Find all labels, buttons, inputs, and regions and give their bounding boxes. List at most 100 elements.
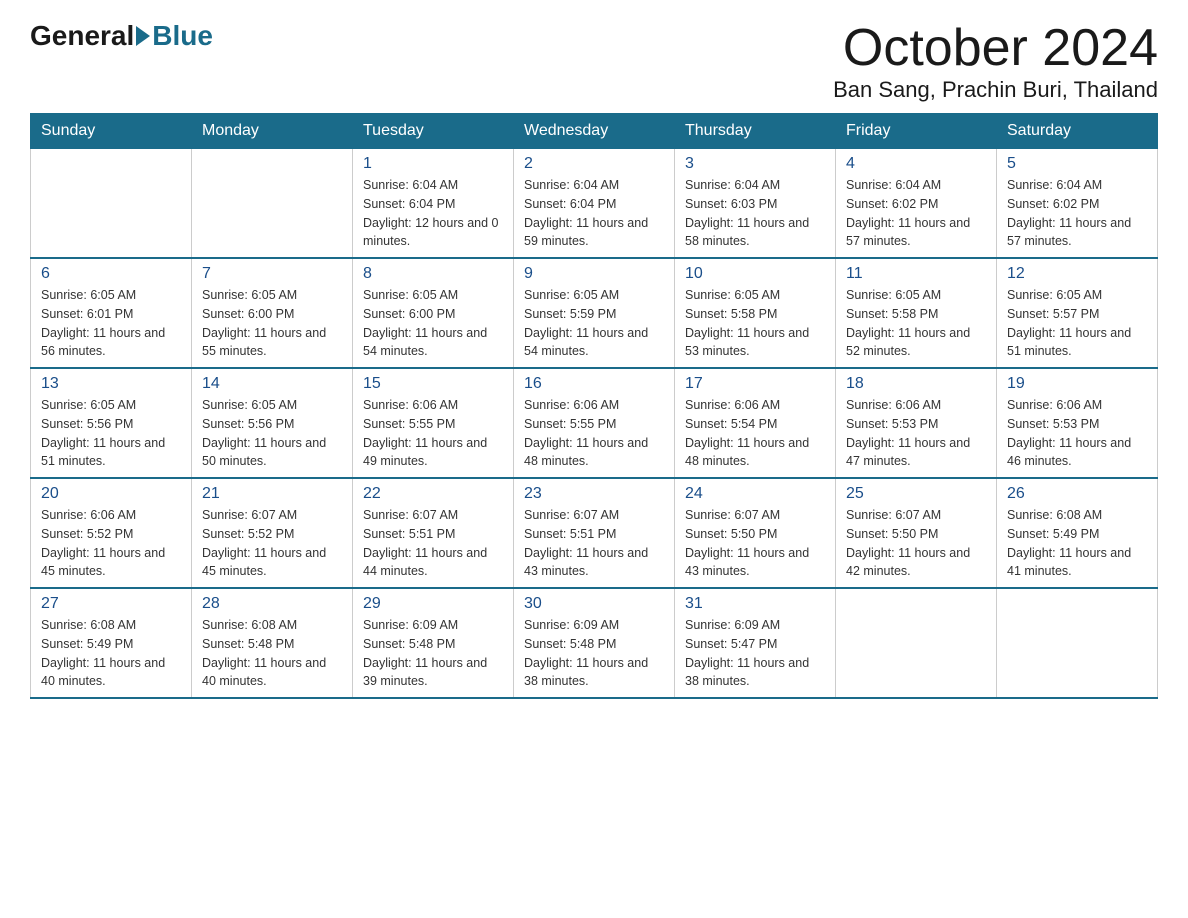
day-cell: 21Sunrise: 6:07 AM Sunset: 5:52 PM Dayli… (192, 478, 353, 588)
week-row-1: 1 Sunrise: 6:04 AM Sunset: 6:04 PM Daylig… (31, 149, 1158, 259)
day-info: Sunrise: 6:07 AM Sunset: 5:51 PM Dayligh… (363, 506, 503, 581)
week-row-3: 13 Sunrise: 6:05 AM Sunset: 5:56 PM Dayli… (31, 368, 1158, 478)
day-info: Sunrise: 6:05 AM Sunset: 5:59 PM Dayligh… (524, 286, 664, 361)
logo-general-text: General (30, 20, 134, 52)
day-number: 20 (41, 485, 181, 503)
day-info: Sunrise: 6:07 AM Sunset: 5:50 PM Dayligh… (685, 506, 825, 581)
day-info: Sunrise: 6:09 AM Sunset: 5:48 PM Dayligh… (524, 616, 664, 691)
header-cell-saturday: Saturday (997, 114, 1158, 149)
day-cell: 11 Sunrise: 6:05 AM Sunset: 5:58 PM Dayli… (836, 258, 997, 368)
day-number: 29 (363, 595, 503, 613)
day-number: 6 (41, 265, 181, 283)
day-number: 9 (524, 265, 664, 283)
day-number: 17 (685, 375, 825, 393)
logo-arrow-icon (136, 26, 150, 46)
day-number: 5 (1007, 155, 1147, 173)
day-info: Sunrise: 6:07 AM Sunset: 5:51 PM Dayligh… (524, 506, 664, 581)
day-cell: 22 Sunrise: 6:07 AM Sunset: 5:51 PM Dayli… (353, 478, 514, 588)
title-area: October 2024 Ban Sang, Prachin Buri, Tha… (833, 20, 1158, 103)
day-info: Sunrise: 6:08 AM Sunset: 5:48 PM Dayligh… (202, 616, 342, 691)
day-info: Sunrise: 6:04 AM Sunset: 6:02 PM Dayligh… (846, 176, 986, 251)
day-number: 1 (363, 155, 503, 173)
day-cell: 9 Sunrise: 6:05 AM Sunset: 5:59 PM Daylig… (514, 258, 675, 368)
day-number: 15 (363, 375, 503, 393)
day-info: Sunrise: 6:05 AM Sunset: 5:58 PM Dayligh… (685, 286, 825, 361)
header: General Blue October 2024 Ban Sang, Prac… (30, 20, 1158, 103)
location-title: Ban Sang, Prachin Buri, Thailand (833, 77, 1158, 103)
day-info: Sunrise: 6:05 AM Sunset: 5:56 PM Dayligh… (202, 396, 342, 471)
day-cell: 19Sunrise: 6:06 AM Sunset: 5:53 PM Dayli… (997, 368, 1158, 478)
day-number: 7 (202, 265, 342, 283)
day-cell: 27Sunrise: 6:08 AM Sunset: 5:49 PM Dayli… (31, 588, 192, 698)
day-number: 22 (363, 485, 503, 503)
logo: General Blue (30, 20, 213, 52)
day-number: 4 (846, 155, 986, 173)
day-info: Sunrise: 6:04 AM Sunset: 6:02 PM Dayligh… (1007, 176, 1147, 251)
day-info: Sunrise: 6:05 AM Sunset: 5:57 PM Dayligh… (1007, 286, 1147, 361)
day-cell: 18 Sunrise: 6:06 AM Sunset: 5:53 PM Dayli… (836, 368, 997, 478)
day-cell: 1 Sunrise: 6:04 AM Sunset: 6:04 PM Daylig… (353, 149, 514, 259)
day-cell (997, 588, 1158, 698)
day-number: 23 (524, 485, 664, 503)
day-number: 30 (524, 595, 664, 613)
day-number: 16 (524, 375, 664, 393)
day-info: Sunrise: 6:08 AM Sunset: 5:49 PM Dayligh… (1007, 506, 1147, 581)
day-cell: 4 Sunrise: 6:04 AM Sunset: 6:02 PM Daylig… (836, 149, 997, 259)
logo-blue-text: Blue (152, 20, 213, 52)
day-number: 25 (846, 485, 986, 503)
day-cell: 3 Sunrise: 6:04 AM Sunset: 6:03 PM Daylig… (675, 149, 836, 259)
day-cell: 7 Sunrise: 6:05 AM Sunset: 6:00 PM Daylig… (192, 258, 353, 368)
day-info: Sunrise: 6:05 AM Sunset: 5:56 PM Dayligh… (41, 396, 181, 471)
day-number: 12 (1007, 265, 1147, 283)
header-cell-friday: Friday (836, 114, 997, 149)
day-number: 21 (202, 485, 342, 503)
day-info: Sunrise: 6:05 AM Sunset: 6:00 PM Dayligh… (363, 286, 503, 361)
day-info: Sunrise: 6:06 AM Sunset: 5:52 PM Dayligh… (41, 506, 181, 581)
day-cell: 16 Sunrise: 6:06 AM Sunset: 5:55 PM Dayli… (514, 368, 675, 478)
day-number: 13 (41, 375, 181, 393)
day-cell: 2 Sunrise: 6:04 AM Sunset: 6:04 PM Daylig… (514, 149, 675, 259)
header-row: SundayMondayTuesdayWednesdayThursdayFrid… (31, 114, 1158, 149)
day-number: 10 (685, 265, 825, 283)
day-number: 14 (202, 375, 342, 393)
day-info: Sunrise: 6:04 AM Sunset: 6:04 PM Dayligh… (524, 176, 664, 251)
week-row-5: 27Sunrise: 6:08 AM Sunset: 5:49 PM Dayli… (31, 588, 1158, 698)
day-cell: 13 Sunrise: 6:05 AM Sunset: 5:56 PM Dayli… (31, 368, 192, 478)
day-number: 11 (846, 265, 986, 283)
day-info: Sunrise: 6:06 AM Sunset: 5:53 PM Dayligh… (846, 396, 986, 471)
month-title: October 2024 (833, 20, 1158, 77)
day-cell (31, 149, 192, 259)
day-number: 27 (41, 595, 181, 613)
day-cell: 15 Sunrise: 6:06 AM Sunset: 5:55 PM Dayli… (353, 368, 514, 478)
day-cell: 20 Sunrise: 6:06 AM Sunset: 5:52 PM Dayli… (31, 478, 192, 588)
day-info: Sunrise: 6:05 AM Sunset: 6:00 PM Dayligh… (202, 286, 342, 361)
day-number: 28 (202, 595, 342, 613)
day-cell: 31Sunrise: 6:09 AM Sunset: 5:47 PM Dayli… (675, 588, 836, 698)
day-number: 3 (685, 155, 825, 173)
day-number: 18 (846, 375, 986, 393)
day-cell: 25Sunrise: 6:07 AM Sunset: 5:50 PM Dayli… (836, 478, 997, 588)
day-cell: 26Sunrise: 6:08 AM Sunset: 5:49 PM Dayli… (997, 478, 1158, 588)
day-info: Sunrise: 6:04 AM Sunset: 6:04 PM Dayligh… (363, 176, 503, 251)
day-number: 24 (685, 485, 825, 503)
day-info: Sunrise: 6:06 AM Sunset: 5:55 PM Dayligh… (524, 396, 664, 471)
day-cell: 12 Sunrise: 6:05 AM Sunset: 5:57 PM Dayli… (997, 258, 1158, 368)
day-info: Sunrise: 6:05 AM Sunset: 5:58 PM Dayligh… (846, 286, 986, 361)
day-cell: 8 Sunrise: 6:05 AM Sunset: 6:00 PM Daylig… (353, 258, 514, 368)
header-cell-sunday: Sunday (31, 114, 192, 149)
day-cell (192, 149, 353, 259)
week-row-2: 6Sunrise: 6:05 AM Sunset: 6:01 PM Daylig… (31, 258, 1158, 368)
day-info: Sunrise: 6:09 AM Sunset: 5:47 PM Dayligh… (685, 616, 825, 691)
day-cell: 28 Sunrise: 6:08 AM Sunset: 5:48 PM Dayli… (192, 588, 353, 698)
day-cell: 5 Sunrise: 6:04 AM Sunset: 6:02 PM Daylig… (997, 149, 1158, 259)
day-number: 19 (1007, 375, 1147, 393)
day-number: 8 (363, 265, 503, 283)
day-info: Sunrise: 6:04 AM Sunset: 6:03 PM Dayligh… (685, 176, 825, 251)
day-cell: 14 Sunrise: 6:05 AM Sunset: 5:56 PM Dayli… (192, 368, 353, 478)
day-cell: 30 Sunrise: 6:09 AM Sunset: 5:48 PM Dayli… (514, 588, 675, 698)
day-cell: 6Sunrise: 6:05 AM Sunset: 6:01 PM Daylig… (31, 258, 192, 368)
day-info: Sunrise: 6:06 AM Sunset: 5:55 PM Dayligh… (363, 396, 503, 471)
day-number: 2 (524, 155, 664, 173)
header-cell-thursday: Thursday (675, 114, 836, 149)
header-cell-tuesday: Tuesday (353, 114, 514, 149)
